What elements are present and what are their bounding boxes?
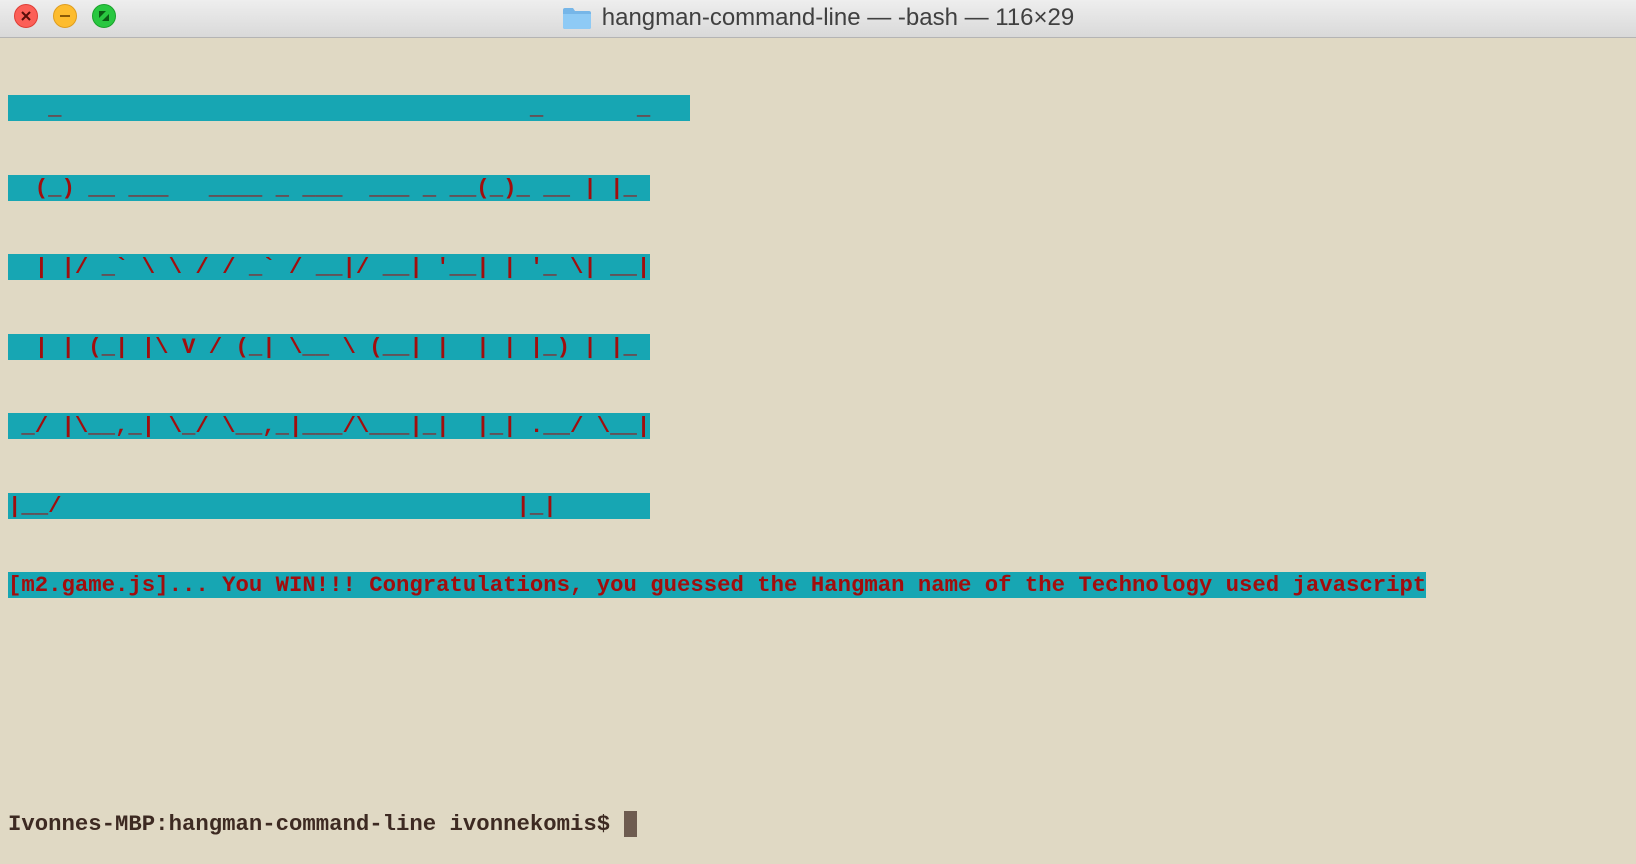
ascii-banner-line: _ _ _ (8, 95, 691, 121)
banner-line: (_) __ ___ ____ _ ___ ___ _ __(_)_ __ | … (8, 174, 1426, 202)
banner-line: _ _ _ (8, 95, 1426, 122)
win-message-line: [m2.game.js]... You WIN!!! Congratulatio… (8, 572, 1427, 599)
title-bar[interactable]: hangman-command-line — -bash — 116×29 (0, 0, 1636, 38)
terminal-window: hangman-command-line — -bash — 116×29 _ … (0, 0, 1636, 864)
window-title: hangman-command-line — -bash — 116×29 (0, 0, 1636, 36)
banner-line: | |/ _` \ \ / / _` / __|/ __| '__| | '_ … (8, 254, 1426, 281)
ascii-banner-line: (_) __ ___ ____ _ ___ ___ _ __(_)_ __ | … (8, 174, 651, 201)
ascii-banner-line: | | (_| |\ V / (_| \__ \ (__| | | | |_) … (8, 333, 651, 360)
win-message: [m2.game.js]... You WIN!!! Congratulatio… (8, 572, 1427, 598)
banner-line: |__/ |_| (8, 492, 1426, 520)
shell-prompt: Ivonnes-MBP:hangman-command-line ivonnek… (8, 810, 624, 837)
text-cursor[interactable] (623, 810, 637, 837)
ascii-banner-line: |__/ |_| (8, 492, 651, 519)
banner-line: _/ |\__,_| \_/ \__,_|___/\___|_| |_| .__… (8, 413, 1426, 440)
banner-line: | | (_| |\ V / (_| \__ \ (__| | | | |_) … (8, 333, 1426, 361)
terminal-output[interactable]: _ _ _ (_) __ ___ ____ _ ___ ___ _ __(_)_… (8, 42, 1427, 864)
ascii-banner-line: | |/ _` \ \ / / _` / __|/ __| '__| | '_ … (8, 254, 651, 280)
prompt-line: Ivonnes-MBP:hangman-command-line ivonnek… (8, 810, 1426, 838)
window-title-text: hangman-command-line — -bash — 116×29 (601, 4, 1075, 31)
ascii-banner-line: _/ |\__,_| \_/ \__,_|___/\___|_| |_| .__… (8, 413, 651, 439)
folder-icon (562, 6, 592, 30)
